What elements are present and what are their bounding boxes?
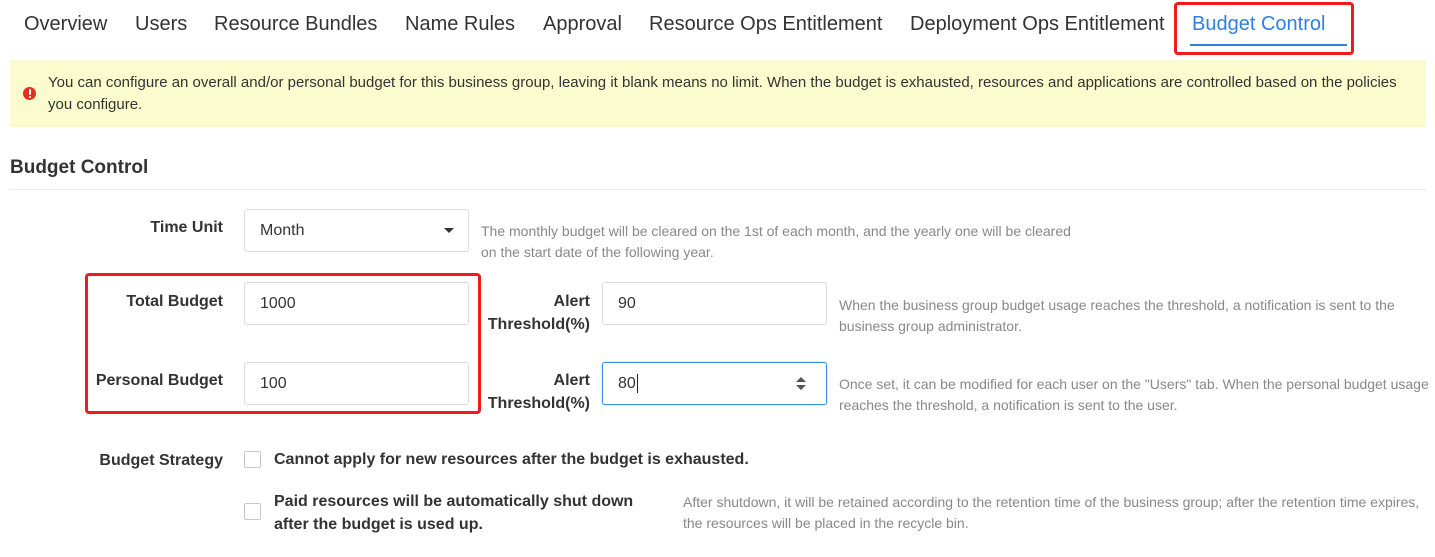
- auto-shutdown-checkbox[interactable]: [244, 503, 261, 520]
- info-notice: You can configure an overall and/or pers…: [10, 60, 1426, 127]
- tab-approval[interactable]: Approval: [543, 13, 622, 36]
- personal-alert-threshold-input[interactable]: 80: [602, 362, 827, 405]
- budget-fields-highlight-annotation: [85, 273, 481, 414]
- tab-resource-ops-entitlement[interactable]: Resource Ops Entitlement: [649, 13, 882, 36]
- time-unit-value: Month: [260, 222, 305, 239]
- number-stepper-icon[interactable]: [796, 377, 806, 391]
- tab-overview[interactable]: Overview: [24, 13, 107, 36]
- tab-highlight-annotation: [1174, 2, 1354, 55]
- auto-shutdown-label[interactable]: Paid resources will be automatically shu…: [274, 490, 654, 536]
- personal-budget-help: Once set, it can be modified for each us…: [839, 376, 1429, 413]
- stop-new-resources-label[interactable]: Cannot apply for new resources after the…: [274, 448, 874, 471]
- time-unit-select[interactable]: Month: [244, 209, 469, 252]
- total-alert-threshold-label: Alert Threshold(%): [487, 293, 590, 333]
- time-unit-help: The monthly budget will be cleared on th…: [481, 223, 1071, 260]
- tab-deployment-ops-entitlement[interactable]: Deployment Ops Entitlement: [910, 13, 1165, 36]
- budget-strategy-label: Budget Strategy: [99, 452, 223, 469]
- stop-new-resources-checkbox[interactable]: [244, 451, 261, 468]
- total-alert-threshold-value: 90: [618, 295, 636, 312]
- tab-users[interactable]: Users: [135, 13, 187, 36]
- total-alert-threshold-input[interactable]: 90: [602, 282, 827, 325]
- total-budget-help: When the business group budget usage rea…: [839, 297, 1395, 334]
- text-cursor: [636, 374, 638, 394]
- tab-resource-bundles[interactable]: Resource Bundles: [214, 13, 377, 36]
- section-title: Budget Control: [10, 157, 149, 178]
- personal-alert-threshold-value: 80: [618, 375, 636, 392]
- time-unit-label: Time Unit: [150, 219, 223, 236]
- tab-name-rules[interactable]: Name Rules: [405, 13, 515, 36]
- section-divider: [10, 189, 1426, 190]
- auto-shutdown-help: After shutdown, it will be retained acco…: [683, 494, 1420, 531]
- personal-alert-threshold-label: Alert Threshold(%): [487, 372, 590, 412]
- notice-text: You can configure an overall and/or pers…: [48, 74, 1397, 113]
- caret-down-icon: [444, 228, 454, 233]
- alert-icon: [23, 87, 36, 100]
